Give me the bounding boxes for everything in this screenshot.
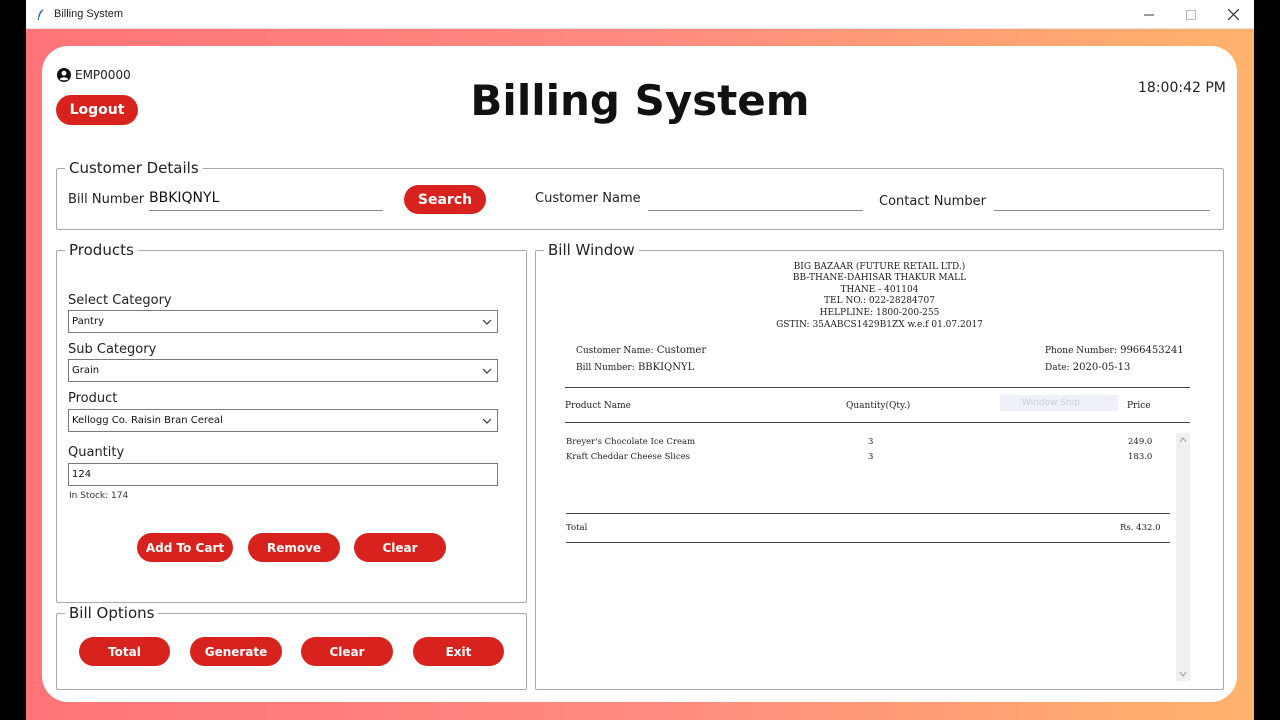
contact-number-label: Contact Number bbox=[879, 194, 986, 209]
total-button[interactable]: Total bbox=[79, 637, 170, 666]
item-price: 183.0 bbox=[1128, 452, 1153, 462]
chevron-down-icon bbox=[482, 319, 492, 325]
product-select[interactable]: Kellogg Co. Raisin Bran Cereal bbox=[68, 409, 498, 432]
product-value: Kellogg Co. Raisin Bran Cereal bbox=[72, 415, 223, 426]
receipt-bill-number: Bill Number: BBKIQNYL bbox=[576, 362, 695, 373]
item-qty: 3 bbox=[868, 452, 874, 462]
stock-text: In Stock: 174 bbox=[69, 491, 129, 501]
item-name: Breyer's Chocolate Ice Cream bbox=[566, 437, 696, 447]
add-to-cart-button[interactable]: Add To Cart bbox=[137, 533, 233, 562]
subcategory-label: Sub Category bbox=[68, 342, 157, 357]
col-product-name: Product Name bbox=[565, 401, 631, 411]
store-line: GSTIN: 35AABCS1429B1ZX w.e.f 01.07.2017 bbox=[776, 320, 983, 330]
item-price: 249.0 bbox=[1128, 437, 1153, 447]
store-line: TEL NO.: 022-28284707 bbox=[824, 296, 935, 306]
subcategory-select[interactable]: Grain bbox=[68, 359, 498, 382]
maximize-icon bbox=[1186, 9, 1196, 20]
category-value: Pantry bbox=[72, 316, 104, 327]
bill-number-input[interactable] bbox=[149, 186, 383, 211]
contact-number-input[interactable] bbox=[994, 186, 1210, 211]
item-name: Kraft Cheddar Cheese Slices bbox=[566, 452, 691, 462]
receipt-date: Date: 2020-05-13 bbox=[1045, 362, 1131, 373]
bill-number-label: Bill Number bbox=[68, 192, 145, 207]
total-label: Total bbox=[566, 523, 588, 533]
clear-bill-button[interactable]: Clear bbox=[301, 637, 393, 666]
feather-icon bbox=[34, 7, 48, 21]
receipt-customer-name: Customer Name: Customer bbox=[576, 345, 707, 356]
clear-cart-button[interactable]: Clear bbox=[354, 533, 446, 562]
store-line: THANE - 401104 bbox=[840, 285, 919, 295]
window-titlebar: Billing System bbox=[26, 0, 1254, 29]
maximize-button[interactable] bbox=[1170, 0, 1212, 29]
col-price: Price bbox=[1127, 401, 1151, 411]
chevron-down-icon bbox=[482, 368, 492, 374]
bill-options-legend: Bill Options bbox=[69, 604, 155, 622]
scroll-up-icon[interactable] bbox=[1179, 437, 1187, 443]
search-button[interactable]: Search bbox=[404, 185, 486, 214]
divider bbox=[565, 422, 1190, 423]
products-legend: Products bbox=[69, 241, 134, 259]
customer-name-label: Customer Name bbox=[535, 191, 641, 206]
divider bbox=[566, 513, 1170, 514]
window-title: Billing System bbox=[54, 8, 124, 20]
close-button[interactable] bbox=[1212, 0, 1254, 29]
store-line: BIG BAZAAR (FUTURE RETAIL LTD.) bbox=[793, 262, 966, 272]
divider bbox=[565, 387, 1190, 388]
customer-name-input[interactable] bbox=[648, 186, 863, 211]
minimize-button[interactable] bbox=[1128, 0, 1170, 29]
divider bbox=[566, 542, 1170, 543]
store-line: HELPLINE: 1800-200-255 bbox=[819, 308, 940, 318]
total-value: Rs. 432.0 bbox=[1120, 523, 1161, 533]
col-quantity: Quantity(Qty.) bbox=[846, 401, 911, 411]
window-snip-overlay: Window Snip bbox=[1000, 395, 1118, 411]
page-title: Billing System bbox=[470, 76, 810, 125]
close-icon bbox=[1227, 9, 1239, 20]
store-line: BB-THANE-DAHISAR THAKUR MALL bbox=[792, 273, 967, 283]
product-label: Product bbox=[68, 391, 118, 406]
clock: 18:00:42 PM bbox=[1138, 80, 1226, 96]
subcategory-value: Grain bbox=[72, 365, 100, 376]
customer-details-legend: Customer Details bbox=[69, 159, 199, 177]
minimize-icon bbox=[1144, 14, 1154, 15]
item-qty: 3 bbox=[868, 437, 874, 447]
scroll-down-icon[interactable] bbox=[1179, 671, 1187, 677]
category-select[interactable]: Pantry bbox=[68, 310, 498, 333]
category-label: Select Category bbox=[68, 293, 172, 308]
quantity-label: Quantity bbox=[68, 445, 125, 460]
receipt-phone: Phone Number: 9966453241 bbox=[1045, 345, 1184, 356]
quantity-input[interactable]: 124 bbox=[68, 463, 498, 486]
remove-button[interactable]: Remove bbox=[248, 533, 340, 562]
bill-window-legend: Bill Window bbox=[548, 241, 635, 259]
generate-button[interactable]: Generate bbox=[190, 637, 282, 666]
exit-button[interactable]: Exit bbox=[413, 637, 504, 666]
chevron-down-icon bbox=[482, 418, 492, 424]
bill-scrollbar[interactable] bbox=[1176, 433, 1190, 681]
